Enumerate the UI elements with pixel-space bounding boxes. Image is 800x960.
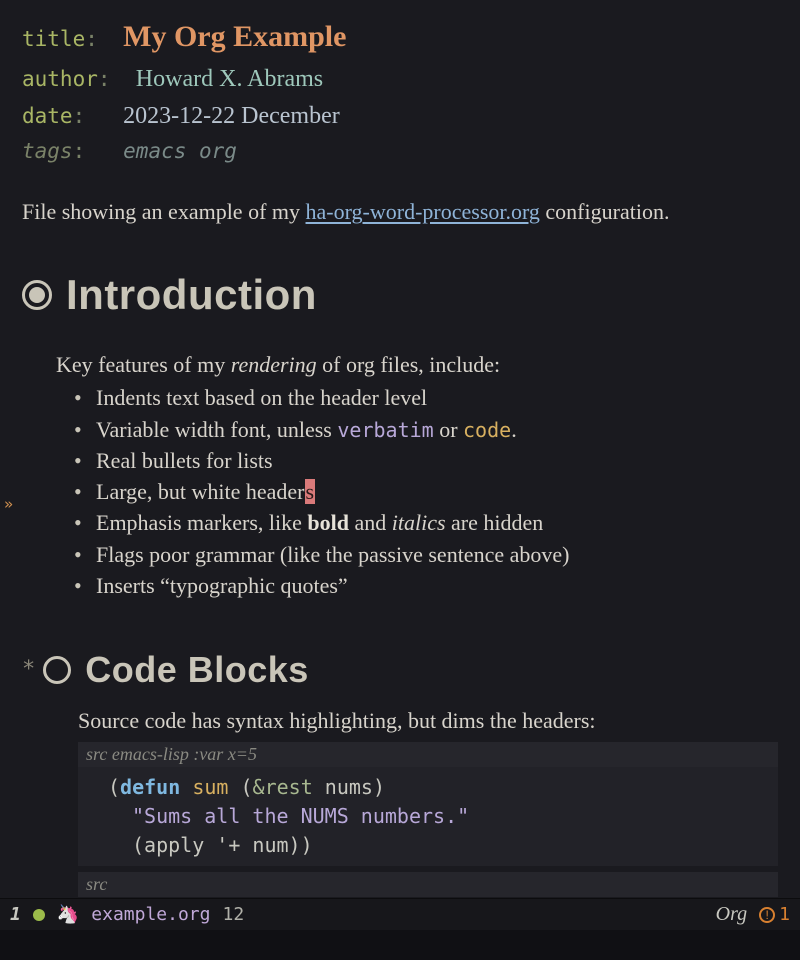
- list-item: Indents text based on the header level: [74, 382, 778, 413]
- section-introduction-body: Key features of my rendering of org file…: [56, 349, 778, 601]
- text-cursor: s: [305, 479, 316, 504]
- meta-key-author: author: [22, 67, 98, 91]
- code-line: (defun sum (&rest nums): [108, 773, 766, 802]
- code-line: (apply '+ num)): [108, 831, 766, 860]
- src-begin-line: src emacs-lisp :var x=5: [78, 742, 778, 767]
- major-mode[interactable]: Org: [716, 903, 747, 926]
- meta-key-date: date: [22, 104, 73, 128]
- list-item: Real bullets for lists: [74, 445, 778, 476]
- flycheck-warning[interactable]: ! 1: [759, 904, 790, 925]
- heading-code-blocks[interactable]: * Code Blocks: [22, 649, 778, 691]
- feature-list: Indents text based on the header level V…: [74, 382, 778, 601]
- modified-indicator-icon: [33, 909, 45, 921]
- line-number: 12: [222, 904, 244, 925]
- heading-text: Code Blocks: [85, 649, 309, 691]
- src-end-line: src: [78, 872, 778, 897]
- heading-star-icon: *: [22, 657, 35, 682]
- intro-lead: Key features of my rendering of org file…: [56, 349, 778, 380]
- list-item: Variable width font, unless verbatim or …: [74, 414, 778, 445]
- heading-bullet-icon: [22, 280, 52, 310]
- fringe-indicator-icon: »: [4, 495, 13, 513]
- doc-title: My Org Example: [123, 20, 346, 53]
- heading-introduction[interactable]: Introduction: [22, 271, 778, 319]
- intro-paragraph: File showing an example of my ha-org-wor…: [22, 197, 778, 227]
- warning-count: 1: [779, 904, 790, 925]
- list-item: Inserts “typographic quotes”: [74, 570, 778, 601]
- meta-author-line: author: Howard X. Abrams: [22, 61, 778, 98]
- meta-key-title: title: [22, 27, 85, 51]
- minibuffer[interactable]: [0, 930, 800, 960]
- window-number: 1: [10, 904, 21, 925]
- code-line: "Sums all the NUMS numbers.": [108, 802, 766, 831]
- doc-tags: emacs org: [123, 139, 237, 163]
- code-lead: Source code has syntax highlighting, but…: [78, 705, 778, 736]
- mode-line[interactable]: 1 🦄 example.org 12 Org ! 1: [0, 898, 800, 930]
- heading-bullet-icon: [43, 656, 71, 684]
- mode-icon: 🦄: [57, 904, 79, 925]
- list-item: Large, but white headers: [74, 476, 778, 507]
- doc-author: Howard X. Abrams: [136, 66, 323, 92]
- list-item: Emphasis markers, like bold and italics …: [74, 507, 778, 538]
- editor-buffer[interactable]: title: My Org Example author: Howard X. …: [0, 0, 800, 898]
- meta-key-tags: tags: [22, 139, 73, 163]
- warning-icon: !: [759, 907, 775, 923]
- meta-tags-line: tags: emacs org: [22, 135, 778, 168]
- section-code-blocks-body: Source code has syntax highlighting, but…: [78, 705, 778, 897]
- doc-date: 2023-12-22 December: [123, 103, 340, 129]
- heading-text: Introduction: [66, 271, 317, 319]
- source-code-block[interactable]: (defun sum (&rest nums) "Sums all the NU…: [78, 767, 778, 866]
- buffer-name[interactable]: example.org: [91, 904, 210, 925]
- config-link[interactable]: ha-org-word-processor.org: [306, 199, 540, 224]
- list-item: Flags poor grammar (like the passive sen…: [74, 539, 778, 570]
- meta-date-line: date: 2023-12-22 December: [22, 98, 778, 135]
- meta-title-line: title: My Org Example: [22, 14, 778, 61]
